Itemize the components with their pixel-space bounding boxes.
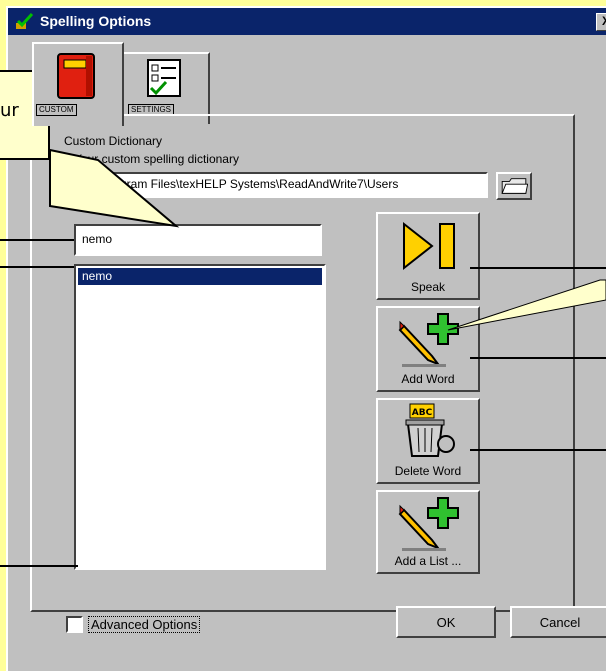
custom-dictionary-group-label: Custom Dictionary xyxy=(64,134,163,148)
window-title: Spelling Options xyxy=(40,13,152,29)
speak-button-label: Speak xyxy=(410,280,446,294)
custom-dictionary-path-label: Your custom spelling dictionary xyxy=(74,152,239,166)
ok-button[interactable]: OK xyxy=(396,606,496,638)
trash-can-icon: ABC xyxy=(405,403,455,457)
dictionary-path-value: C:\Program Files\texHELP Systems\ReadAnd… xyxy=(86,177,399,191)
add-word-button-label: Add Word xyxy=(401,372,455,386)
word-list[interactable]: nemo xyxy=(74,264,326,570)
delete-word-button[interactable]: ABC Delete Word xyxy=(376,398,480,484)
folder-icon xyxy=(501,178,528,194)
list-item-label: nemo xyxy=(82,269,113,283)
word-input-value: nemo xyxy=(82,232,113,246)
spell-check-icon xyxy=(16,13,34,29)
callout-text: ur xyxy=(0,100,19,121)
advanced-options-checkbox[interactable] xyxy=(66,616,83,633)
play-icon xyxy=(403,221,455,271)
title-bar: Spelling Options X xyxy=(8,8,606,35)
book-icon xyxy=(57,53,95,99)
cancel-button-label: Cancel xyxy=(539,615,581,630)
add-word-button[interactable]: Add Word xyxy=(376,306,480,392)
pencil-plus-icon xyxy=(398,313,459,367)
ok-button-label: OK xyxy=(436,615,456,630)
pencil-plus-icon xyxy=(398,497,459,551)
tab-custom-label: CUSTOM xyxy=(36,104,77,116)
dictionary-path-field[interactable]: C:\Program Files\texHELP Systems\ReadAnd… xyxy=(80,172,488,198)
tab-custom[interactable]: CUSTOM xyxy=(32,42,124,126)
close-button[interactable]: X xyxy=(596,13,606,31)
checklist-icon xyxy=(147,59,181,97)
svg-text:ABC: ABC xyxy=(412,408,433,418)
add-list-button[interactable]: Add a List ... xyxy=(376,490,480,574)
delete-word-button-label: Delete Word xyxy=(394,464,462,478)
advanced-options-label[interactable]: Advanced Options xyxy=(88,616,201,633)
add-list-button-label: Add a List ... xyxy=(394,554,462,568)
browse-folder-button[interactable] xyxy=(496,172,532,200)
word-input[interactable]: nemo xyxy=(74,224,322,256)
cancel-button[interactable]: Cancel xyxy=(510,606,606,638)
speak-button[interactable]: Speak xyxy=(376,212,480,300)
list-item[interactable]: nemo xyxy=(78,268,322,285)
